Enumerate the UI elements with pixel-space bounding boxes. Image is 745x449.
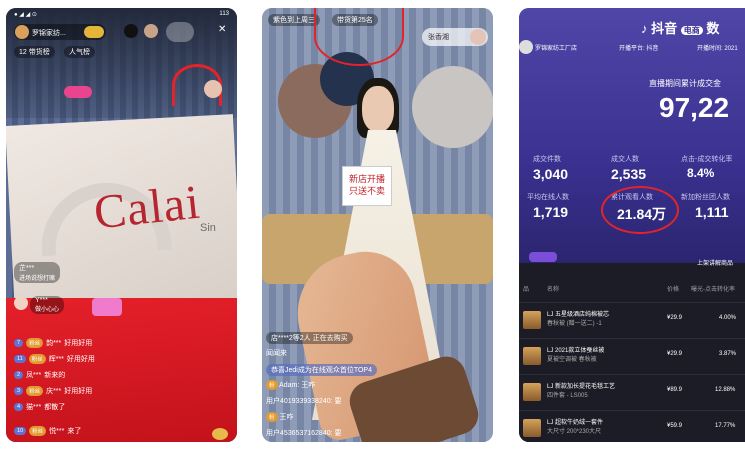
status-bar-left: ● ◢ ◢ ⊙ [14,12,37,18]
brand-logo: Calai [91,175,203,240]
highlight-ring [601,186,679,234]
total-label: 直播期间累计成交金 [649,79,721,88]
cohost-avatar[interactable] [204,80,222,98]
avatar [470,29,486,45]
close-icon[interactable]: ✕ [218,24,226,35]
stat-value: 8.4% [687,166,715,180]
list-title: 上架讲解商品 [697,261,734,267]
chat-message: 10 粉丝 悦*** 来了 [14,426,81,436]
shop-name: 罗锦家纺工厂店 [535,46,578,52]
highlight-ring [314,8,404,66]
total-value: 97,22 [659,92,730,123]
chat-message: 芷*** 进场说想打赌 [14,262,61,283]
chat-message: 7 粉丝 韵*** 好用好用 [14,338,92,348]
status-bar-right: 113 [219,11,229,17]
avatar [15,25,29,39]
chat-message: 用户4019339338240: 要 [266,398,342,405]
table-row[interactable]: LJ 2021款立体蚕丝被 夏被空调被 春秋被 ¥29.9 3.87% [519,338,745,374]
stat-value: 3,040 [533,166,569,182]
purchase-notice: 店****2等2人 正在去购买 [266,332,353,344]
brand-sub: Sin [200,222,216,234]
chat-message: 2 凤*** 新来的 [14,370,65,380]
chat-message: 11 粉丝 辉*** 好用好用 [14,354,95,364]
top-rank-tag[interactable]: 紫色到上周三 [268,14,320,26]
viewer-avatar[interactable] [144,24,158,38]
platform-label: 开播平台: 抖音 [619,46,659,52]
sales-dashboard-panel: ♪ 抖音 电商 数 罗锦家纺工厂店 开播平台: 抖音 开播时间: 2021 直播… [519,8,745,442]
host-name: 罗锦家纺... [32,30,66,37]
tiktok-icon: ♪ [641,21,648,36]
avatar [519,40,533,54]
chat-message: 粉 王咋 [266,412,293,422]
avatar [14,296,28,310]
livestream-panel-host: 新店开播 只送不卖 紫色到上周三 带货第25名 张香湘 店****2等2人 正在… [262,8,493,442]
chat-message: 闻闻来 [266,350,287,357]
stat-value: 1,719 [533,204,569,220]
table-row[interactable]: LJ 新款加长提花毛毯工艺 四件套 - LS005 ¥89.9 12.88% [519,374,745,410]
table-row[interactable]: LJ 超软牛奶绒一套件 大尺寸 200*230大尺 ¥59.9 17.77% [519,410,745,442]
chat-message: 用户4536537162840: 要 [266,430,342,437]
viewer-count-badge[interactable] [166,22,194,42]
promo-badge[interactable] [64,86,92,98]
time-label: 开播时间: 2021 [697,46,738,52]
host-info-chip[interactable]: 张香湘 [422,28,488,46]
comment-user: 芷*** [19,265,35,272]
gift-icon[interactable] [92,298,122,316]
host-figure [362,86,394,132]
table-row[interactable]: LJ 五星级酒店纯棉被芯 春秋被 (赠一送二) -1 ¥29.9 4.00% [519,302,745,338]
livestream-panel-bag: ● ◢ ◢ ⊙ 113 罗锦家纺... ✕ 12 带货榜 人气榜 Calai S… [6,8,237,442]
follow-button[interactable] [84,26,104,38]
stat-value: 2,535 [611,166,647,182]
chat-message: 恭喜Jedi成为在线观众首位TOP4 [266,364,377,376]
chat-message: 4 猫*** 都散了 [14,402,65,412]
chat-message: Y*** 做小心心 [14,296,65,314]
chat-message: 粉 Adam: 王咋 [266,380,315,390]
chat-message: 3 粉丝 庆*** 好用好用 [14,386,92,396]
viewer-avatar[interactable] [124,24,138,38]
chat-message: 来了 [266,440,278,442]
host-info-chip[interactable]: 罗锦家纺... [14,24,106,40]
coin-icon[interactable] [212,428,228,440]
promo-sign: 新店开播 只送不卖 [342,166,392,206]
stat-value: 1,111 [695,204,729,220]
decor-circle [412,66,493,148]
tab-indicator[interactable] [529,252,557,262]
app-header: ♪ 抖音 电商 数 [641,21,720,36]
popularity-tag[interactable]: 人气榜 [64,46,95,58]
host-name: 张香湘 [428,34,449,41]
rank-tag[interactable]: 12 带货榜 [14,46,55,58]
